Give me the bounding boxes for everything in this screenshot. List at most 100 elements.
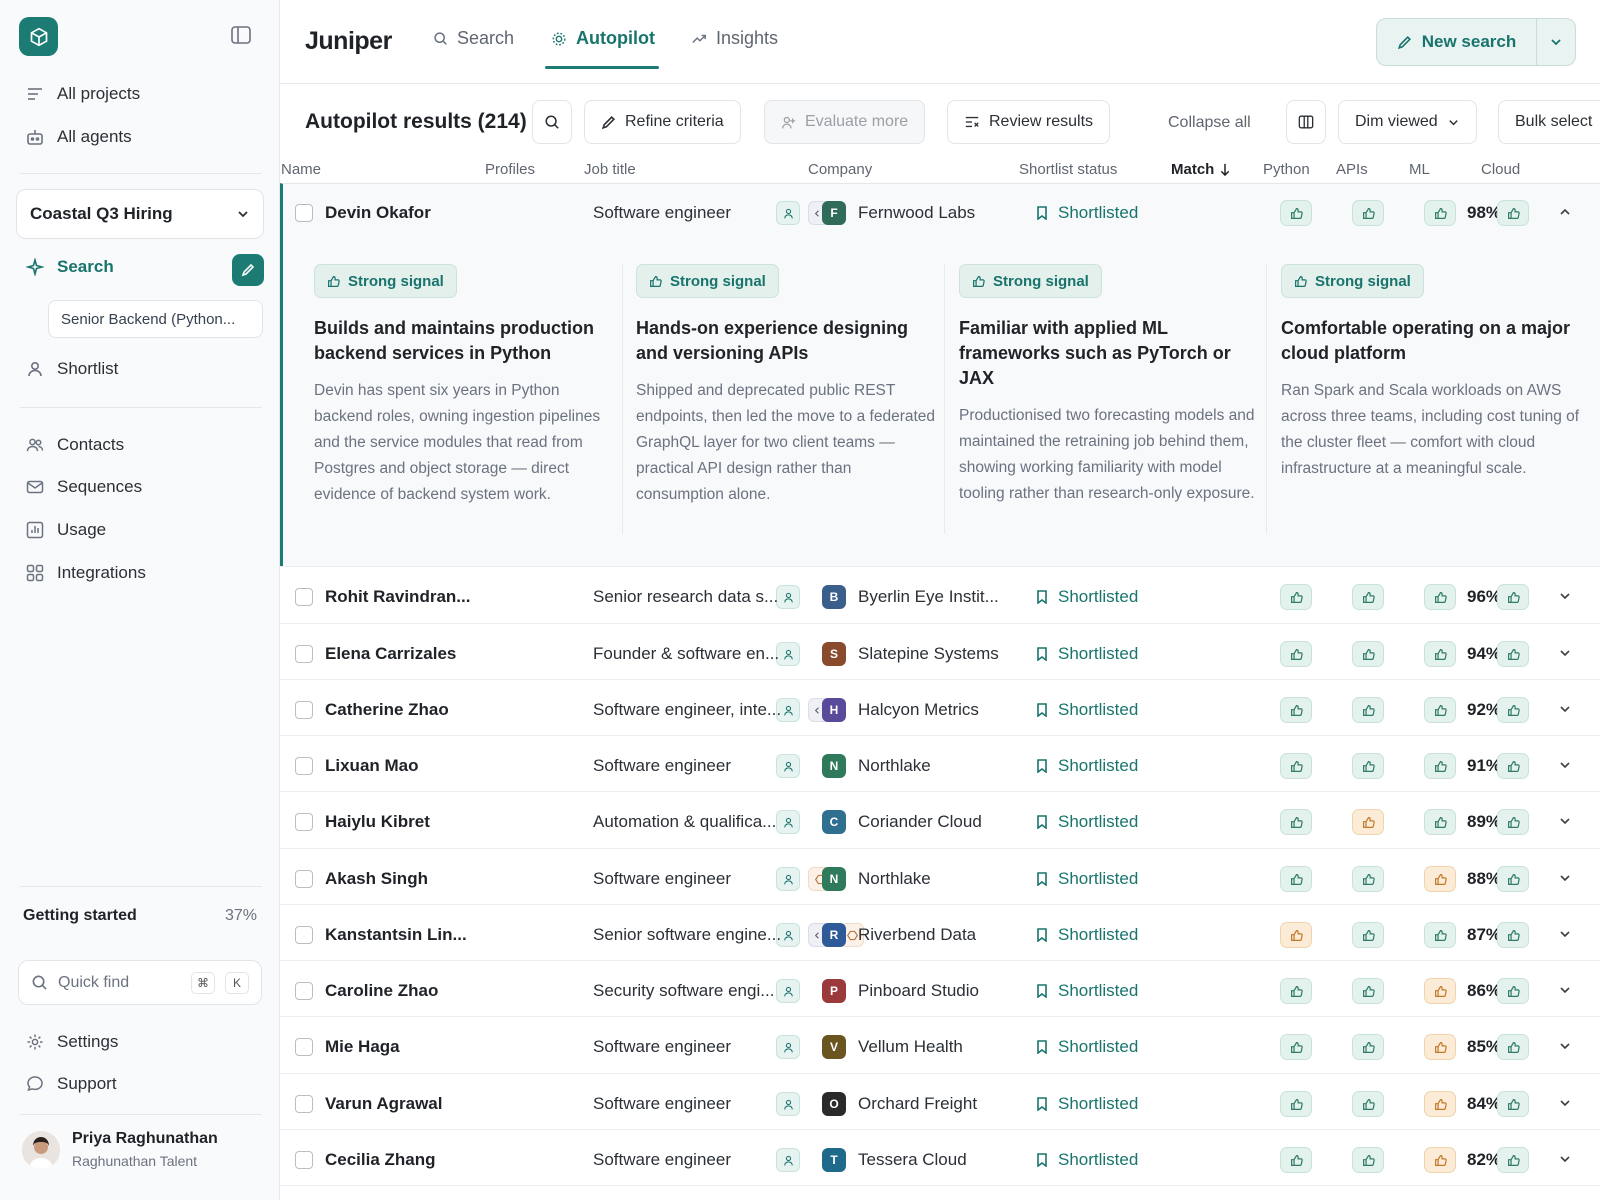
expand-row-icon[interactable]: [1558, 646, 1572, 660]
table-row[interactable]: Mie Haga Software engineer V Vellum Health …: [280, 1016, 1600, 1072]
candidate-name[interactable]: Kanstantsin Lin...: [325, 925, 485, 945]
col-company[interactable]: Company: [808, 161, 872, 178]
row-checkbox[interactable]: [295, 645, 313, 663]
signal-cloud[interactable]: [1497, 641, 1529, 667]
signal-apis[interactable]: [1352, 200, 1384, 226]
signal-cloud[interactable]: [1497, 1147, 1529, 1173]
signal-apis[interactable]: [1352, 809, 1384, 835]
table-row[interactable]: Akash Singh Software engineer N Northlake S…: [280, 848, 1600, 904]
candidate-name[interactable]: Caroline Zhao: [325, 981, 485, 1001]
shortlist-status[interactable]: Shortlisted: [1036, 812, 1138, 832]
expand-row-icon[interactable]: [1558, 758, 1572, 772]
signal-python[interactable]: [1280, 200, 1312, 226]
tab-search[interactable]: Search: [433, 28, 514, 49]
signal-python[interactable]: [1280, 866, 1312, 892]
row-checkbox[interactable]: [295, 588, 313, 606]
col-job-title[interactable]: Job title: [584, 161, 636, 178]
nav-sequences[interactable]: Sequences: [26, 474, 142, 500]
nav-all-projects[interactable]: All projects: [26, 81, 140, 107]
signal-python[interactable]: [1280, 1147, 1312, 1173]
nav-integrations[interactable]: Integrations: [26, 560, 146, 586]
table-row[interactable]: Devin Okafor Software engineer F Fernwood L…: [280, 183, 1600, 239]
expand-row-icon[interactable]: [1558, 1039, 1572, 1053]
nav-support[interactable]: Support: [26, 1071, 117, 1097]
signal-ml[interactable]: [1424, 584, 1456, 610]
table-row[interactable]: Haiylu Kibret Automation & qualifica... C C…: [280, 791, 1600, 847]
expand-row-icon[interactable]: [1558, 871, 1572, 885]
table-row[interactable]: Kanstantsin Lin... Senior software engine…: [280, 904, 1600, 960]
shortlist-status[interactable]: Shortlisted: [1036, 981, 1138, 1001]
signal-cloud[interactable]: [1497, 866, 1529, 892]
expand-row-icon[interactable]: [1558, 589, 1572, 603]
candidate-name[interactable]: Cecilia Zhang: [325, 1150, 485, 1170]
signal-ml[interactable]: [1424, 1034, 1456, 1060]
candidate-name[interactable]: Varun Agrawal: [325, 1094, 485, 1114]
project-selector[interactable]: Coastal Q3 Hiring: [16, 189, 264, 239]
signal-python[interactable]: [1280, 1034, 1312, 1060]
signal-ml[interactable]: [1424, 753, 1456, 779]
candidate-name[interactable]: Akash Singh: [325, 869, 485, 889]
columns-button[interactable]: [1286, 100, 1326, 144]
search-results-button[interactable]: [532, 100, 572, 144]
signal-apis[interactable]: [1352, 866, 1384, 892]
row-checkbox[interactable]: [295, 813, 313, 831]
table-row[interactable]: Catherine Zhao Software engineer, inte...…: [280, 679, 1600, 735]
table-row[interactable]: Lixuan Mao Software engineer N Northlake Sh…: [280, 735, 1600, 791]
shortlist-status[interactable]: Shortlisted: [1036, 869, 1138, 889]
col-cloud[interactable]: Cloud: [1481, 161, 1520, 178]
bulk-select-button[interactable]: Bulk select: [1498, 100, 1600, 144]
signal-cloud[interactable]: [1497, 1034, 1529, 1060]
candidate-name[interactable]: Mie Haga: [325, 1037, 485, 1057]
saved-search-item[interactable]: Senior Backend (Python...: [48, 300, 263, 338]
app-logo[interactable]: [19, 17, 58, 56]
edit-search-button[interactable]: [232, 254, 264, 286]
signal-python[interactable]: [1280, 753, 1312, 779]
shortlist-status[interactable]: Shortlisted: [1036, 644, 1138, 664]
col-ml[interactable]: ML: [1409, 161, 1430, 178]
nav-all-agents[interactable]: All agents: [26, 124, 132, 150]
expand-row-icon[interactable]: [1558, 702, 1572, 716]
table-row[interactable]: Caroline Zhao Security software engi... P P…: [280, 960, 1600, 1016]
nav-search[interactable]: Search: [26, 257, 114, 277]
user-menu[interactable]: Priya Raghunathan Raghunathan Talent: [22, 1130, 218, 1169]
signal-python[interactable]: [1280, 1091, 1312, 1117]
signal-ml[interactable]: [1424, 641, 1456, 667]
signal-ml[interactable]: [1424, 978, 1456, 1004]
signal-cloud[interactable]: [1497, 753, 1529, 779]
shortlist-status[interactable]: Shortlisted: [1036, 756, 1138, 776]
col-apis[interactable]: APIs: [1336, 161, 1368, 178]
expand-row-icon[interactable]: [1558, 983, 1572, 997]
row-checkbox[interactable]: [295, 204, 313, 222]
shortlist-status[interactable]: Shortlisted: [1036, 925, 1138, 945]
shortlist-status[interactable]: Shortlisted: [1036, 1150, 1138, 1170]
signal-python[interactable]: [1280, 641, 1312, 667]
shortlist-status[interactable]: Shortlisted: [1036, 203, 1138, 223]
new-search-dropdown[interactable]: [1537, 35, 1575, 49]
col-shortlist-status[interactable]: Shortlist status: [1019, 161, 1117, 178]
col-profiles[interactable]: Profiles: [485, 161, 535, 178]
shortlist-status[interactable]: Shortlisted: [1036, 700, 1138, 720]
table-row[interactable]: Cecilia Zhang Software engineer T Tessera C…: [280, 1129, 1600, 1185]
signal-ml[interactable]: [1424, 809, 1456, 835]
expand-row-icon[interactable]: [1558, 1152, 1572, 1166]
shortlist-status[interactable]: Shortlisted: [1036, 587, 1138, 607]
row-checkbox[interactable]: [295, 926, 313, 944]
signal-ml[interactable]: [1424, 200, 1456, 226]
tab-insights[interactable]: Insights: [691, 28, 778, 49]
nav-shortlist[interactable]: Shortlist: [26, 356, 118, 382]
signal-apis[interactable]: [1352, 697, 1384, 723]
new-search-split-button[interactable]: New search: [1376, 18, 1576, 66]
signal-apis[interactable]: [1352, 1034, 1384, 1060]
candidate-name[interactable]: Catherine Zhao: [325, 700, 485, 720]
candidate-name[interactable]: Rohit Ravindran...: [325, 587, 485, 607]
signal-cloud[interactable]: [1497, 922, 1529, 948]
signal-ml[interactable]: [1424, 866, 1456, 892]
getting-started[interactable]: Getting started 37%: [23, 907, 257, 925]
nav-contacts[interactable]: Contacts: [26, 432, 124, 458]
signal-ml[interactable]: [1424, 922, 1456, 948]
nav-usage[interactable]: Usage: [26, 517, 106, 543]
signal-cloud[interactable]: [1497, 697, 1529, 723]
refine-criteria-button[interactable]: Refine criteria: [584, 100, 741, 144]
table-row[interactable]: Elena Carrizales Founder & software en...…: [280, 623, 1600, 679]
shortlist-status[interactable]: Shortlisted: [1036, 1037, 1138, 1057]
